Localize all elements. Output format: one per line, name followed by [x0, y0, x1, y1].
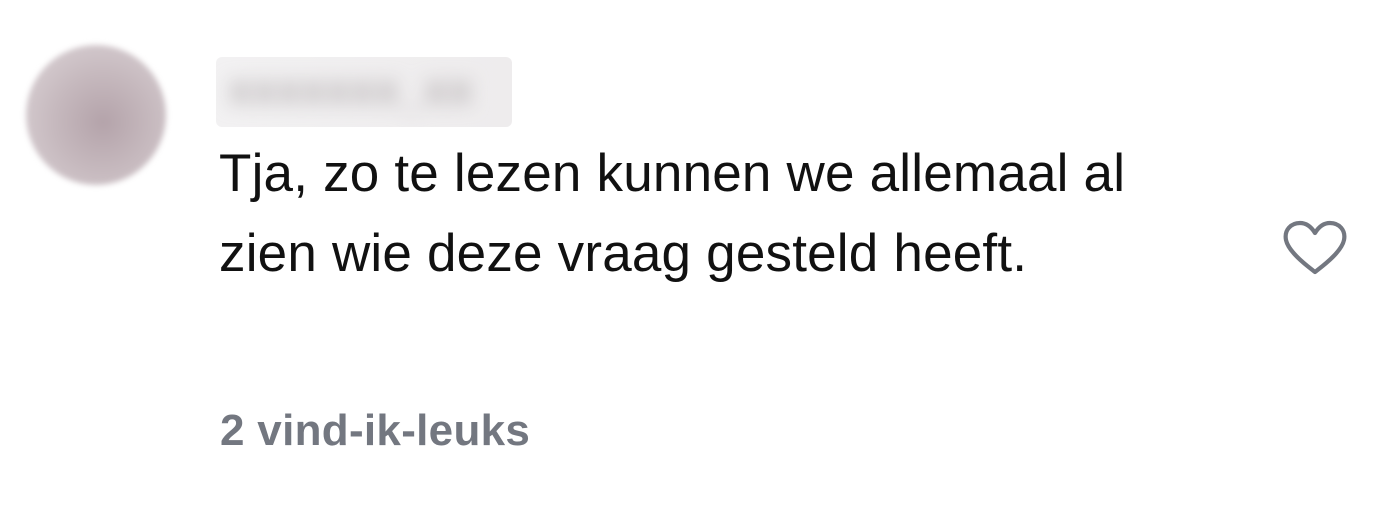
- like-button[interactable]: [1282, 220, 1348, 276]
- avatar[interactable]: [26, 45, 166, 185]
- comment-item: xxxxxxx_xx Tja, zo te lezen kunnen we al…: [0, 0, 1388, 528]
- username-blurred[interactable]: xxxxxxx_xx: [216, 57, 512, 127]
- likes-count-button[interactable]: 2 vind-ik-leuks: [220, 406, 530, 456]
- username-label: xxxxxxx_xx: [228, 65, 473, 114]
- heart-outline-icon: [1282, 220, 1348, 276]
- comment-text: Tja, zo te lezen kunnen we allemaal al z…: [219, 144, 1126, 283]
